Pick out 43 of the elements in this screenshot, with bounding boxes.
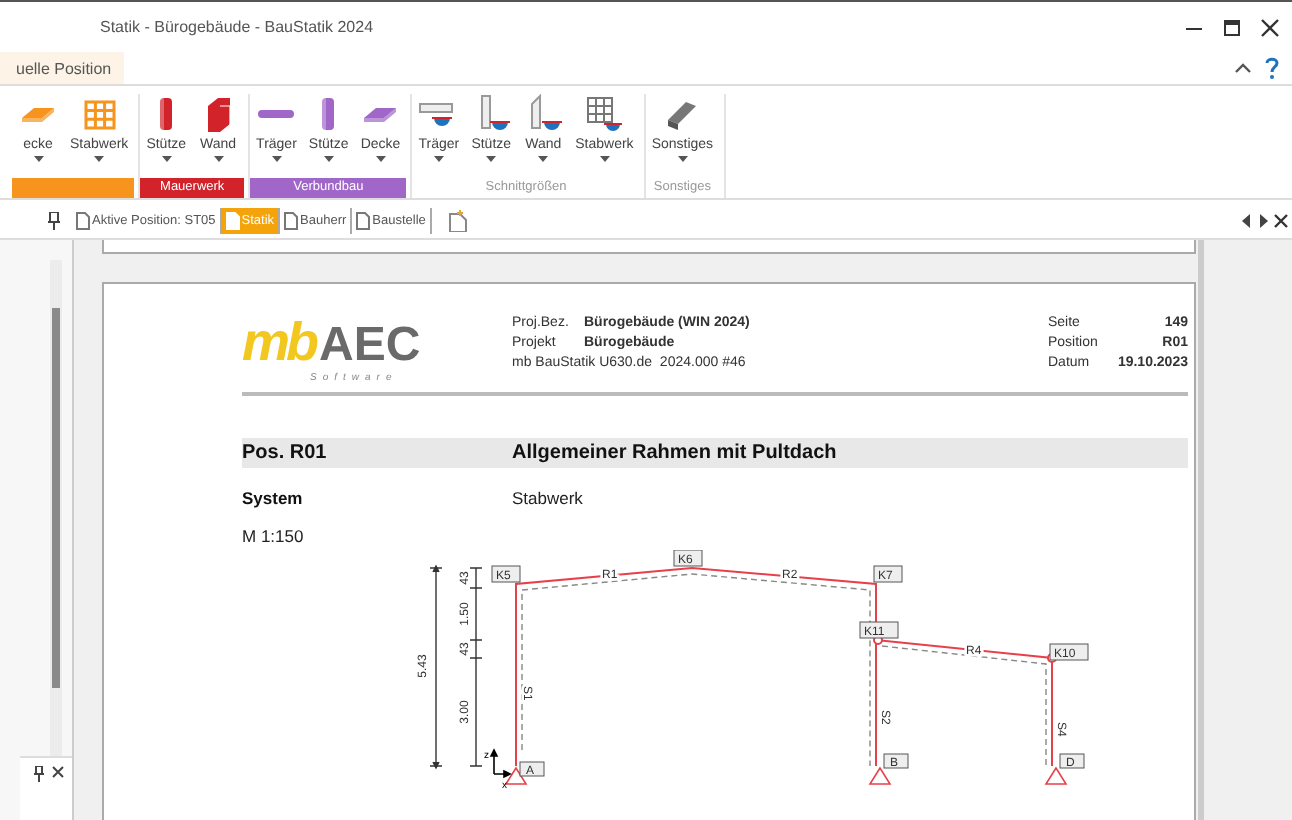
section-label: System: [242, 488, 305, 508]
caret-icon: [94, 156, 105, 162]
maximize-icon[interactable]: [1222, 17, 1242, 37]
caret-icon: [433, 156, 444, 162]
close-icon[interactable]: [1260, 17, 1280, 37]
document-icon: [284, 212, 299, 230]
column-icon: [322, 98, 335, 130]
caret-icon: [375, 156, 386, 162]
support-icon: [868, 766, 892, 785]
caret-icon: [323, 156, 334, 162]
pin-icon[interactable]: [34, 766, 44, 782]
grid-diagram-icon: [584, 94, 625, 134]
section-value: Stabwerk: [512, 488, 583, 508]
scroll-right-icon[interactable]: [1258, 214, 1268, 228]
document-icon: [225, 212, 240, 230]
position-number: Pos. R01: [242, 442, 329, 464]
close-icon[interactable]: [52, 766, 64, 778]
support-icon: [1044, 766, 1068, 785]
scrollbar-thumb[interactable]: [52, 308, 60, 688]
pin-icon[interactable]: [48, 212, 60, 230]
caret-icon: [538, 156, 549, 162]
new-document-icon[interactable]: [447, 210, 468, 232]
caret-icon: [33, 156, 43, 162]
support-icon: [504, 766, 528, 785]
caret-icon: [599, 156, 610, 162]
collapse-icon[interactable]: [1234, 59, 1252, 77]
caret-icon: [213, 156, 224, 162]
ribbon-tab[interactable]: uelle Position: [0, 52, 124, 84]
axis-arrow: [489, 748, 512, 779]
close-icon[interactable]: [1274, 214, 1288, 228]
position-title: Allgemeiner Rahmen mit Pultdach: [512, 442, 837, 464]
scroll-left-icon[interactable]: [1242, 214, 1252, 228]
caret-icon: [677, 156, 688, 162]
document-icon: [356, 212, 371, 230]
beam-icon: [258, 110, 295, 118]
column-icon: [160, 98, 173, 130]
help-icon[interactable]: [1264, 56, 1280, 80]
caret-icon: [271, 156, 282, 162]
document-icon: [76, 212, 90, 230]
scale-text: M 1:150: [242, 526, 304, 546]
window-title: Statik - Bürogebäude - BauStatik 2024: [100, 18, 374, 36]
caret-icon: [486, 156, 497, 162]
caret-icon: [161, 156, 172, 162]
